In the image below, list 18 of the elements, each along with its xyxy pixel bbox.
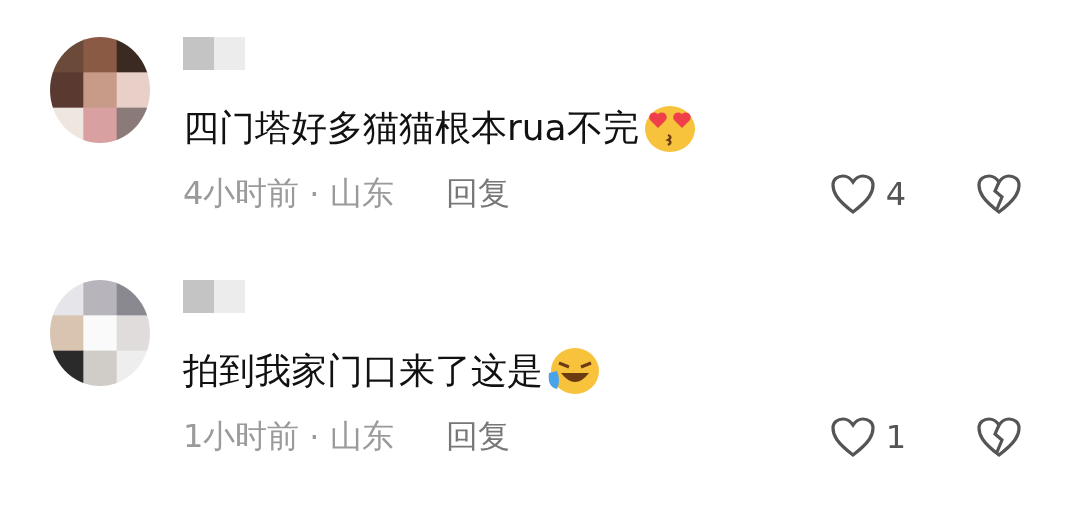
separator-dot: · [309,175,320,213]
reply-link[interactable]: 回复 [445,415,510,459]
comment-location: 山东 [329,173,394,214]
heart-icon[interactable] [829,173,876,215]
username-redaction-drawing [183,280,245,313]
broken-heart-icon[interactable] [976,416,1022,458]
username-redaction-drawing [183,37,245,70]
separator-dot: · [309,418,320,456]
broken-heart-icon[interactable] [976,173,1022,215]
comment-text: 四门塔好多猫猫根本rua不完 [183,105,639,150]
comment-time: 1小时前 [183,416,300,457]
heart-icon[interactable] [829,416,876,458]
comment-time: 4小时前 [183,173,300,214]
like-count: 4 [885,175,906,213]
like-count: 1 [885,418,906,456]
reply-link[interactable]: 回复 [445,172,510,216]
comment-text: 拍到我家门口来了这是 [183,348,543,393]
comment-location: 山东 [329,416,394,457]
